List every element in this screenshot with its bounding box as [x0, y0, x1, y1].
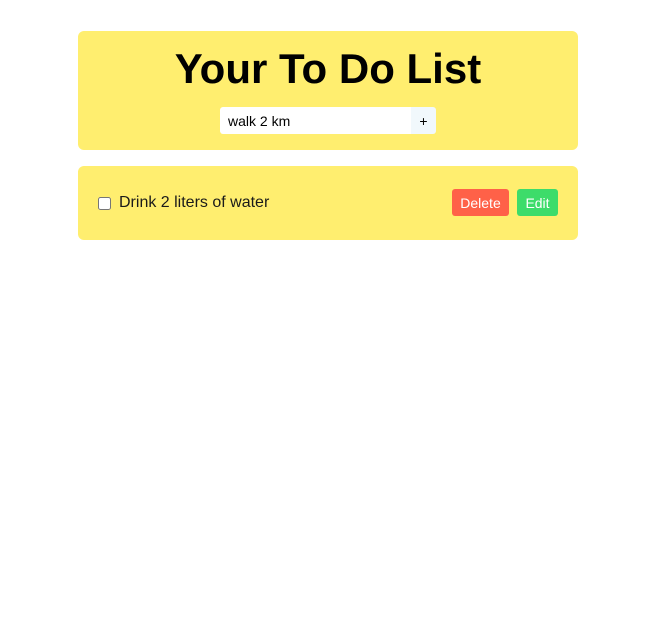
- new-task-input[interactable]: [220, 107, 411, 134]
- new-task-form: +: [220, 107, 436, 134]
- todo-list: Drink 2 liters of water Delete Edit: [78, 166, 578, 240]
- todo-text: Drink 2 liters of water: [119, 194, 270, 211]
- page-title: Your To Do List: [174, 45, 482, 92]
- todo-app: Your To Do List + Drink 2 liters of wate…: [0, 0, 651, 638]
- todo-checkbox[interactable]: [98, 197, 111, 210]
- todo-item: Drink 2 liters of water Delete Edit: [78, 166, 578, 240]
- edit-button[interactable]: Edit: [517, 189, 558, 216]
- delete-button[interactable]: Delete: [452, 189, 509, 216]
- add-task-button[interactable]: +: [411, 107, 436, 134]
- header-card: Your To Do List +: [78, 31, 578, 150]
